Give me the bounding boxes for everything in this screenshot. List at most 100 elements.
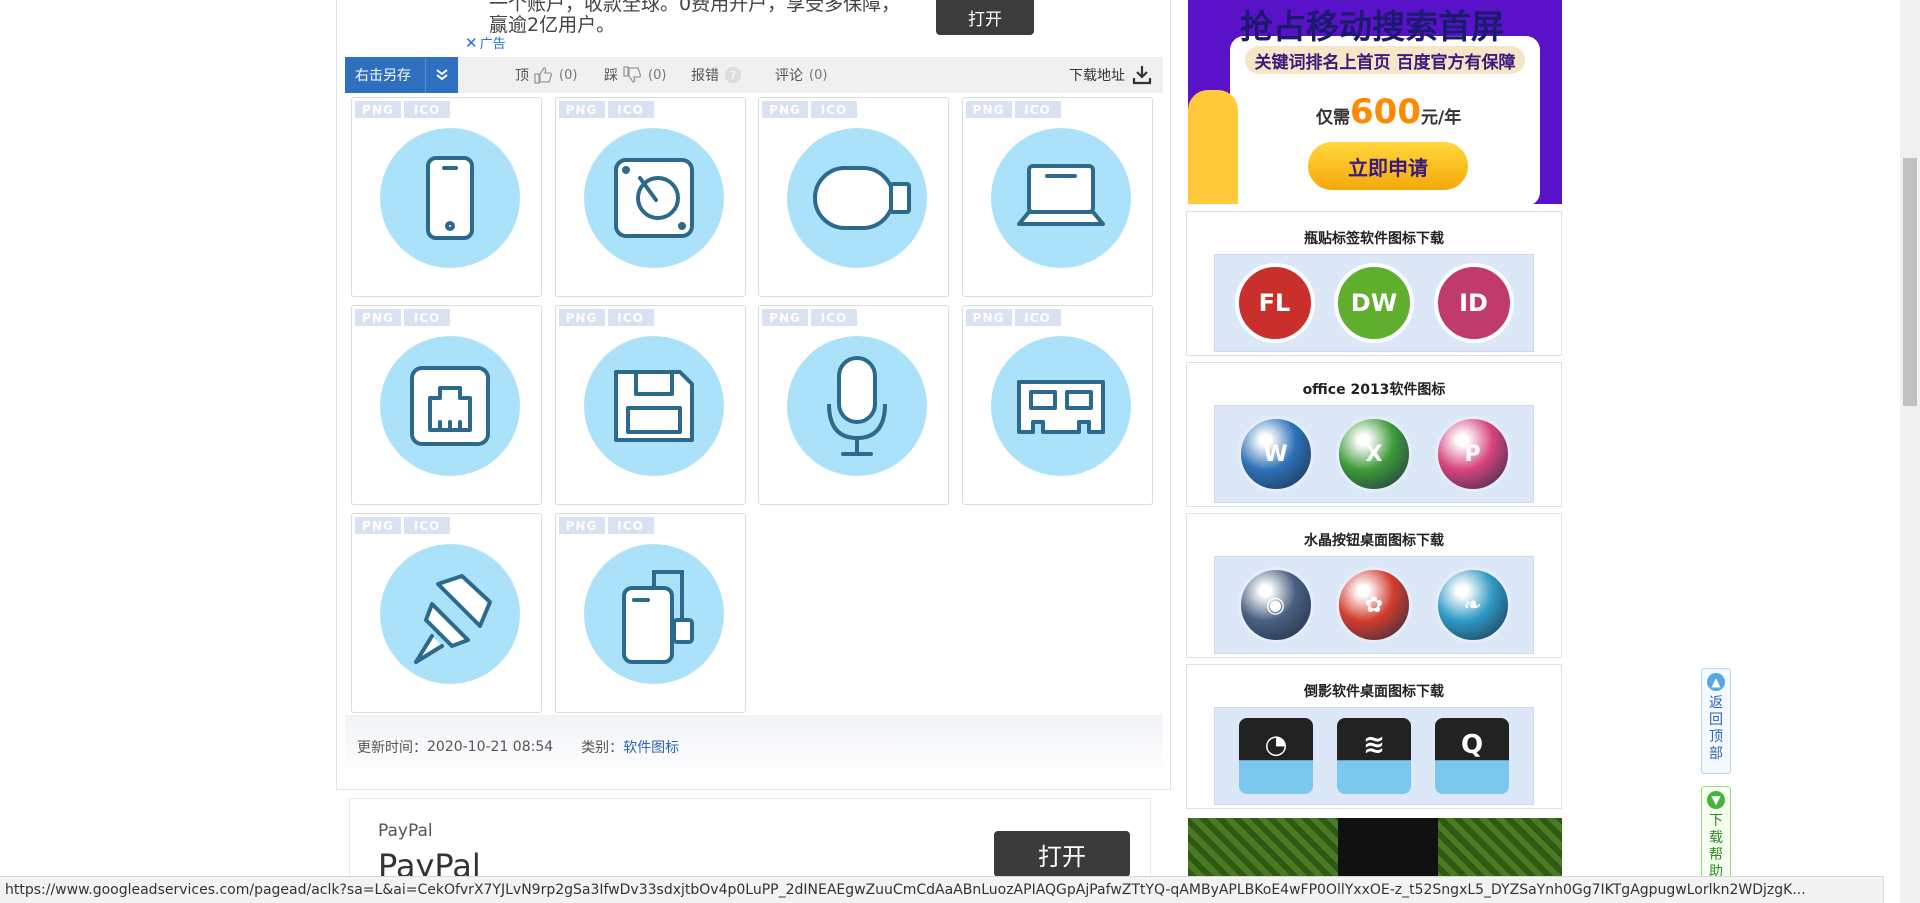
ico-badge[interactable]: ICO [404,101,450,118]
png-badge[interactable]: PNG [558,517,605,534]
ico-badge[interactable]: ICO [1014,101,1061,118]
top-ad[interactable]: 一个账户，收款全球。0费用开户，享受多保障，赢逾2亿用户。 打开 [463,0,1040,55]
thumbs-down-button[interactable]: 踩 (0) [604,57,666,93]
sidebar-box-title[interactable]: office 2013软件图标 [1187,379,1561,399]
sidebar-box-thumbnail[interactable]: FL DW ID [1214,254,1534,352]
orb-icon: X [1336,416,1412,492]
laptop-icon[interactable] [990,128,1131,268]
png-badge[interactable]: PNG [558,309,605,326]
png-badge[interactable]: PNG [558,101,605,118]
promo-price-prefix: 仅需 [1316,108,1350,128]
icon-card[interactable]: PNG ICO [554,97,746,297]
icon-card[interactable]: PNG ICO [351,513,542,713]
sidebar-box[interactable]: office 2013软件图标 W X P [1186,362,1562,507]
promo-pill: 关键词排名上首页 百度官方有保障 [1245,46,1525,74]
ico-badge[interactable]: ICO [1014,309,1061,326]
sidebar-box-title[interactable]: 瓶贴标签软件图标下载 [1187,228,1561,248]
download-address-link[interactable]: 下载地址 [1069,57,1153,93]
png-badge[interactable]: PNG [965,309,1012,326]
png-badge[interactable]: PNG [355,517,401,534]
promo-banner[interactable]: 抢占移动搜索首屏 关键词排名上首页 百度官方有保障 仅需600元/年 立即申请 [1188,0,1562,204]
usb-drive-icon[interactable] [787,128,927,268]
ico-badge[interactable]: ICO [811,101,857,118]
sidebar-box[interactable]: 瓶贴标签软件图标下载 FL DW ID [1186,211,1562,356]
ico-badge[interactable]: ICO [404,517,450,534]
pushpin-icon[interactable] [380,544,520,684]
ico-badge[interactable]: ICO [811,309,857,326]
thumbs-up-count: (0) [559,67,578,83]
top-ad-text: 一个账户，收款全球。0费用开户，享受多保障，赢逾2亿用户。 [489,0,901,36]
save-as-button[interactable]: 右击另存 [345,57,458,93]
report-error-button[interactable]: 报错 ? [691,57,743,93]
hard-drive-icon[interactable] [583,128,724,268]
sidebar-box-title[interactable]: 倒影软件桌面图标下载 [1187,681,1561,701]
promo-apply-button[interactable]: 立即申请 [1308,142,1468,190]
png-badge[interactable]: PNG [355,101,401,118]
thumbs-up-button[interactable]: 顶 (0) [515,57,577,93]
icon-card[interactable]: PNG ICO [758,97,949,297]
question-icon: ? [724,66,742,84]
reflection-tile-icon: Q [1435,718,1509,794]
png-badge[interactable]: PNG [762,101,808,118]
promo-price: 仅需600元/年 [1316,92,1461,132]
icon-card[interactable]: PNG ICO [554,513,746,713]
thumbs-up-icon [534,67,553,84]
svg-text:?: ? [730,69,736,83]
icon-card[interactable]: PNG ICO [554,305,746,505]
orb-icon: W [1237,416,1314,492]
ico-badge[interactable]: ICO [404,309,450,326]
icon-card[interactable]: PNG ICO [351,305,542,505]
icon-card[interactable]: PNG ICO [351,97,542,297]
orb-icon: ◉ [1237,567,1314,643]
thumbs-down-count: (0) [648,67,667,83]
category-label: 类别： [581,740,624,756]
download-help-label: 下载帮助 [1709,813,1723,880]
category-link[interactable]: 软件图标 [623,737,679,757]
bottom-ad-open-button[interactable]: 打开 [994,831,1130,877]
download-help-button[interactable]: ▼ 下载帮助 [1701,786,1731,886]
badge-icon: DW [1334,263,1414,343]
updated-value: 2020-10-21 08:54 [427,739,554,755]
scrollbar-thumb[interactable] [1903,158,1917,406]
sidebar-box[interactable]: 水晶按钮桌面图标下载 ◉ ✿ ❧ [1186,513,1562,658]
promo-headline: 抢占移动搜索首屏 [1240,7,1504,46]
memory-chip-icon[interactable] [990,336,1131,476]
back-to-top-button[interactable]: ▲ 返回顶部 [1701,668,1731,774]
sidebar-box-title[interactable]: 水晶按钮桌面图标下载 [1187,530,1561,550]
ico-badge[interactable]: ICO [607,517,654,534]
top-ad-open-button[interactable]: 打开 [936,0,1034,35]
external-drive-icon[interactable] [583,544,724,684]
reflection-tile-icon: ◔ [1239,718,1313,794]
chevron-double-down-icon[interactable] [425,57,458,93]
sidebar-box-thumbnail[interactable]: ◉ ✿ ❧ [1214,556,1534,654]
report-error-label: 报错 [691,68,719,84]
ad-label[interactable]: ✕ 广告 [465,33,506,52]
png-badge[interactable]: PNG [762,309,808,326]
icon-card[interactable]: PNG ICO [961,305,1153,505]
sidebar-box-thumbnail[interactable]: WXP [1214,405,1534,503]
sidebar-box[interactable]: 倒影软件桌面图标下载 ◔ ≋ Q [1186,664,1562,809]
scrollbar-track[interactable] [1900,0,1920,903]
updated-label: 更新时间： [357,740,427,756]
comment-button[interactable]: 评论 (0) [775,57,827,93]
ico-badge[interactable]: ICO [607,309,654,326]
ico-badge[interactable]: ICO [607,101,654,118]
close-ad-icon[interactable]: ✕ [465,34,478,52]
badge-icon: ID [1433,263,1514,343]
promo-price-suffix: 元/年 [1420,108,1462,128]
download-icon [1132,66,1152,85]
microphone-icon[interactable] [787,336,927,476]
orb-icon: ❧ [1434,567,1511,643]
ethernet-port-icon[interactable] [380,336,520,476]
png-badge[interactable]: PNG [355,309,401,326]
orb-icon: P [1434,416,1511,492]
download-toolbar: 右击另存 顶 (0) 踩 (0) 报错 ? 评论 (0) 下载地址 [345,57,1163,93]
sidebar-box-thumbnail[interactable]: ◔ ≋ Q [1214,707,1534,805]
icon-card[interactable]: PNG ICO [961,97,1153,297]
floppy-disk-icon[interactable] [583,336,724,476]
png-badge[interactable]: PNG [965,101,1012,118]
tablet-icon[interactable] [380,128,520,268]
icon-card[interactable]: PNG ICO [758,305,949,505]
promo-figure [1188,90,1238,204]
arrow-down-icon: ▼ [1707,791,1725,809]
